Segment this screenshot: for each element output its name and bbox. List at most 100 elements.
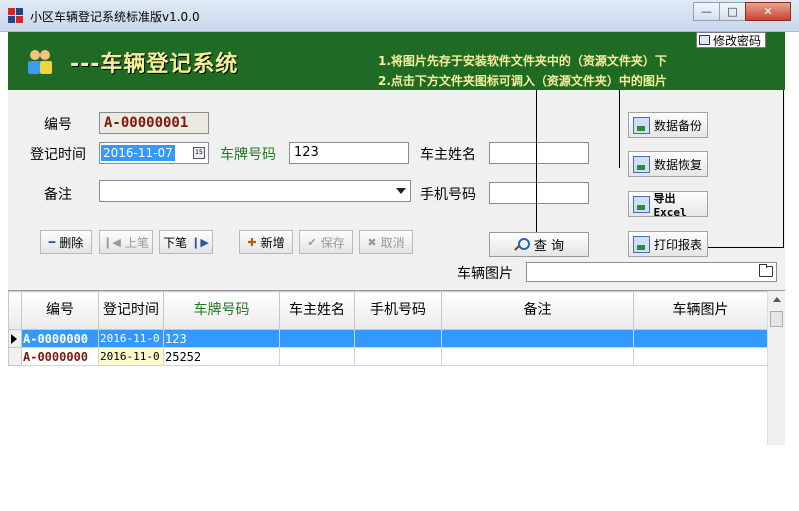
column-header-image[interactable]: 车辆图片	[633, 291, 768, 330]
backup-icon	[633, 116, 650, 134]
cell-time[interactable]: 2016-11-0	[98, 329, 164, 348]
save-button[interactable]: ✔ 保存	[299, 230, 353, 254]
plate-label: 车牌号码	[220, 147, 276, 163]
owner-label: 车主姓名	[420, 147, 476, 163]
check-icon: ✔	[307, 235, 317, 249]
folder-icon[interactable]	[759, 264, 773, 277]
magnifier-icon	[514, 237, 530, 252]
cell-phone[interactable]	[354, 329, 442, 348]
change-password-label: 修改密码	[713, 33, 762, 48]
divider-line	[783, 90, 784, 248]
delete-button[interactable]: ━ 删除	[40, 230, 92, 254]
cancel-label: 取消	[380, 235, 405, 250]
row-indicator[interactable]	[8, 329, 22, 348]
column-header-time[interactable]: 登记时间	[98, 291, 164, 330]
plate-input[interactable]: 123	[289, 142, 409, 164]
phone-input[interactable]	[489, 182, 589, 204]
export-excel-button[interactable]: 导出Excel	[628, 191, 708, 219]
restore-label: 数据恢复	[654, 157, 703, 172]
divider-line	[619, 90, 620, 168]
prev-icon: ❙◀	[103, 235, 121, 249]
password-icon	[699, 35, 710, 45]
x-icon: ✖	[367, 235, 377, 249]
divider-line	[536, 90, 537, 232]
column-header-owner[interactable]: 车主姓名	[279, 291, 355, 330]
add-button[interactable]: ✚ 新增	[239, 230, 293, 254]
column-header-phone[interactable]: 手机号码	[354, 291, 442, 330]
cell-time[interactable]: 2016-11-0	[98, 347, 164, 366]
dropdown-arrow-icon[interactable]	[396, 188, 406, 194]
window-title: 小区车辆登记系统标准版v1.0.0	[30, 10, 200, 24]
column-header-note[interactable]: 备注	[441, 291, 634, 330]
cell-id[interactable]: A-0000000	[21, 347, 99, 366]
print-report-button[interactable]: 打印报表	[628, 231, 708, 257]
backup-label: 数据备份	[654, 118, 703, 133]
owner-input[interactable]	[489, 142, 589, 164]
records-grid[interactable]: 编号 登记时间 车牌号码 车主姓名 手机号码 备注 车辆图片 A-0000000…	[8, 290, 785, 511]
app-icon	[8, 8, 24, 24]
register-date-picker[interactable]: 2016-11-07 15	[99, 142, 209, 164]
vertical-scrollbar[interactable]	[767, 291, 785, 445]
image-path-field[interactable]	[526, 262, 777, 282]
cell-phone[interactable]	[354, 347, 442, 366]
cell-owner[interactable]	[279, 329, 355, 348]
phone-label: 手机号码	[420, 187, 476, 203]
change-password-button[interactable]: 修改密码	[696, 32, 767, 48]
calendar-icon[interactable]: 15	[193, 147, 205, 159]
minus-icon: ━	[48, 235, 56, 249]
close-button[interactable]: ✕	[745, 2, 791, 21]
window-titlebar[interactable]: 小区车辆登记系统标准版v1.0.0 — □ ✕	[0, 0, 799, 32]
next-icon: ❙▶	[191, 235, 209, 249]
cancel-button[interactable]: ✖ 取消	[359, 230, 413, 254]
cell-plate[interactable]: 25252	[163, 347, 280, 366]
column-header-plate[interactable]: 车牌号码	[163, 291, 280, 330]
column-header-id[interactable]: 编号	[21, 291, 99, 330]
note-label: 备注	[44, 187, 72, 203]
cell-note[interactable]	[441, 329, 634, 348]
record-form: 编号 A-00000001 登记时间 2016-11-07 15 车牌号码 12…	[8, 90, 785, 290]
cell-note[interactable]	[441, 347, 634, 366]
scroll-up-icon[interactable]	[773, 297, 781, 302]
scroll-thumb[interactable]	[770, 311, 783, 327]
divider-line	[708, 247, 784, 248]
export-label: 导出Excel	[653, 191, 687, 219]
table-row[interactable]: A-0000000 2016-11-0 25252	[8, 347, 768, 366]
cell-image[interactable]	[633, 329, 768, 348]
next-record-button[interactable]: 下笔 ❙▶	[159, 230, 213, 254]
note-combobox[interactable]	[99, 180, 411, 202]
table-row[interactable]: A-0000000 2016-11-0 123	[8, 329, 768, 348]
query-button[interactable]: 查 询	[489, 232, 589, 257]
query-label: 查 询	[533, 239, 565, 254]
cell-owner[interactable]	[279, 347, 355, 366]
row-pointer-icon	[11, 333, 17, 344]
app-banner-title: ---车辆登记系统	[70, 52, 239, 77]
window-controls: — □ ✕	[693, 2, 791, 21]
plus-icon: ✚	[247, 235, 257, 249]
print-label: 打印报表	[654, 237, 703, 252]
prev-record-button[interactable]: ❙◀ 上笔	[99, 230, 153, 254]
cell-image[interactable]	[633, 347, 768, 366]
id-field[interactable]: A-00000001	[99, 112, 209, 134]
row-indicator[interactable]	[8, 347, 22, 366]
row-indicator-header	[8, 291, 22, 330]
restore-button[interactable]: 数据恢复	[628, 151, 708, 177]
backup-button[interactable]: 数据备份	[628, 112, 708, 138]
add-label: 新增	[260, 235, 285, 250]
image-label: 车辆图片	[457, 266, 513, 282]
restore-icon	[633, 155, 650, 173]
table-header-row: 编号 登记时间 车牌号码 车主姓名 手机号码 备注 车辆图片	[8, 291, 768, 330]
prev-label: 上笔	[124, 235, 149, 250]
cell-plate[interactable]: 123	[163, 329, 280, 348]
save-label: 保存	[320, 235, 345, 250]
header-banner: ---车辆登记系统 1.将图片先存于安装软件文件夹中的（资源文件夹）下 2.点击…	[8, 32, 785, 90]
excel-icon	[633, 195, 650, 213]
printer-icon	[633, 235, 650, 253]
records-table: 编号 登记时间 车牌号码 车主姓名 手机号码 备注 车辆图片 A-0000000…	[8, 291, 768, 366]
register-date-value: 2016-11-07	[101, 145, 175, 161]
people-logo-icon	[26, 48, 54, 76]
instruction-tip-2: 2.点击下方文件夹图标可调入（资源文件夹）中的图片	[378, 74, 667, 88]
cell-id[interactable]: A-0000000	[21, 329, 99, 348]
minimize-button[interactable]: —	[693, 2, 720, 21]
next-label: 下笔	[163, 235, 188, 250]
maximize-button[interactable]: □	[719, 2, 746, 21]
